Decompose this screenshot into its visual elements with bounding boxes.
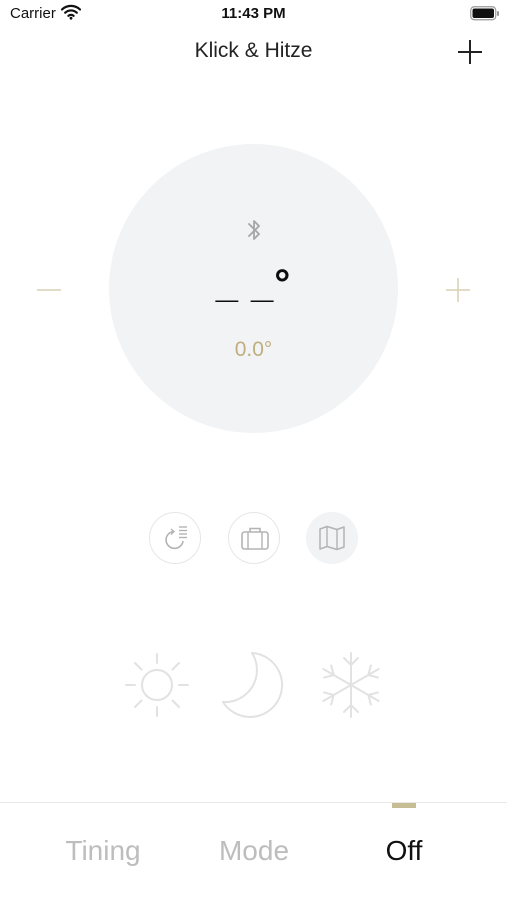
- snowflake-icon[interactable]: [316, 650, 386, 720]
- active-tab-indicator: [392, 803, 416, 808]
- tab-mode[interactable]: Mode: [179, 835, 329, 867]
- battery-icon: [470, 6, 499, 21]
- timer-button[interactable]: [149, 512, 201, 564]
- page-title: Klick & Hitze: [194, 39, 313, 62]
- add-icon[interactable]: [455, 37, 485, 67]
- timer-list-icon: [165, 526, 187, 550]
- bluetooth-icon: [248, 220, 260, 240]
- moon-icon[interactable]: [218, 650, 288, 720]
- sun-icon[interactable]: [122, 650, 192, 720]
- status-time: 11:43 PM: [221, 5, 286, 22]
- current-temperature: _ _°: [215, 262, 292, 306]
- tab-bar: Tining Mode Off: [0, 802, 507, 901]
- briefcase-icon: [241, 527, 269, 550]
- status-bar: Carrier 11:43 PM: [0, 0, 507, 30]
- minus-icon[interactable]: [34, 276, 64, 304]
- away-button[interactable]: [228, 512, 280, 564]
- tab-off[interactable]: Off: [329, 835, 479, 867]
- set-temperature: 0.0°: [234, 338, 273, 361]
- map-button[interactable]: [306, 512, 358, 564]
- map-icon: [319, 525, 345, 551]
- plus-icon[interactable]: [443, 276, 473, 304]
- tab-tining[interactable]: Tining: [28, 835, 178, 867]
